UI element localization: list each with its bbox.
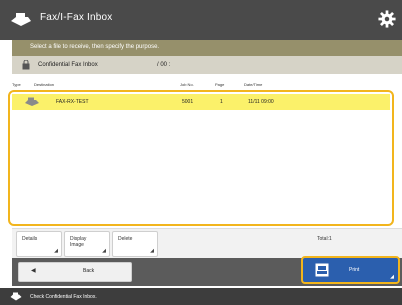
print-icon	[315, 263, 329, 277]
table-row[interactable]: FAX-RX-TEST 5001 1 11/11 09:00	[12, 94, 390, 110]
row-datetime: 11/11 09:00	[248, 99, 274, 105]
row-pages: 1	[220, 99, 223, 105]
fax-icon	[10, 292, 22, 301]
display-image-button[interactable]: Display Image ◢	[64, 231, 110, 257]
corner-arrow-icon: ◢	[102, 248, 106, 254]
status-message: Check Confidential Fax Inbox.	[30, 294, 97, 300]
instruction-text: Select a file to receive, then specify t…	[30, 44, 160, 50]
col-pages: Page	[215, 82, 225, 87]
row-job-no: 5001	[182, 99, 194, 105]
back-label: Back	[83, 268, 95, 274]
file-list[interactable]: FAX-RX-TEST 5001 1 11/11 09:00	[8, 90, 394, 226]
col-job-no: Job No.	[180, 82, 194, 87]
fax-icon	[25, 97, 39, 106]
corner-arrow-icon: ◢	[54, 248, 58, 254]
delete-label: Delete	[118, 236, 133, 242]
lock-box-icon	[22, 60, 30, 70]
details-label: Details	[22, 236, 38, 242]
total-count: Total:1	[317, 236, 332, 242]
delete-button[interactable]: Delete ◢	[112, 231, 158, 257]
row-destination: FAX-RX-TEST	[56, 99, 89, 105]
back-arrow-icon: ◀	[31, 268, 36, 274]
details-button[interactable]: Details ◢	[16, 231, 62, 257]
col-destination: Destination	[34, 82, 55, 87]
status-bar: Check Confidential Fax Inbox.	[0, 288, 402, 305]
back-button[interactable]: ◀ Back	[18, 262, 132, 282]
title-bar: Fax/I-Fax Inbox	[0, 0, 402, 40]
action-bar: Details ◢ Display Image ◢ Delete ◢ Total…	[12, 228, 402, 259]
fax-inbox-icon	[11, 13, 31, 26]
navigation-bar: ◀ Back Print ◢	[12, 256, 402, 286]
display-image-label: Display Image	[70, 236, 87, 248]
print-button[interactable]: Print ◢	[301, 256, 400, 284]
corner-arrow-icon: ◢	[150, 248, 154, 254]
inbox-label: Confidential Fax Inbox	[38, 62, 98, 68]
gear-icon[interactable]	[378, 10, 396, 28]
print-label: Print	[349, 267, 360, 273]
inbox-selector[interactable]: Confidential Fax Inbox / 00 :	[12, 56, 402, 74]
col-type: Type	[12, 82, 21, 87]
instruction-bar: Select a file to receive, then specify t…	[12, 40, 402, 56]
col-datetime: Date/Time	[244, 82, 263, 87]
corner-arrow-icon: ◢	[390, 274, 394, 280]
inbox-count: / 00 :	[157, 62, 171, 68]
page-title: Fax/I-Fax Inbox	[40, 12, 113, 23]
column-headers: Type Destination Job No. Page Date/Time	[12, 82, 402, 90]
